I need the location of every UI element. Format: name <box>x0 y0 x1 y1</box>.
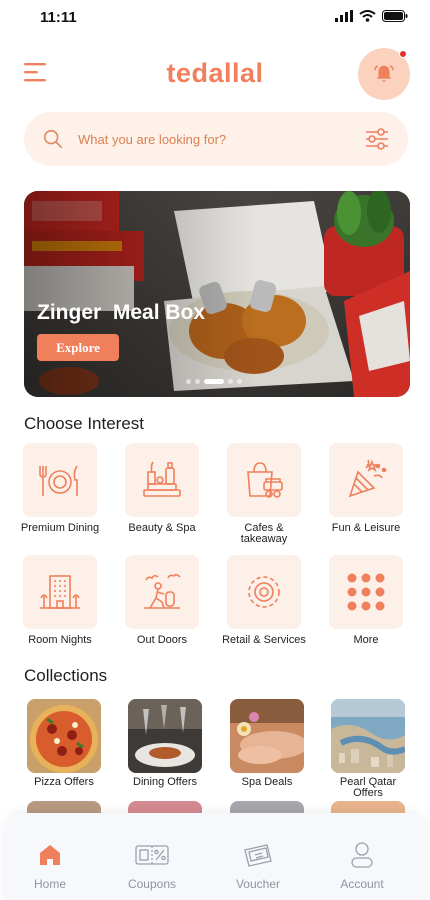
interest-tile <box>125 443 199 517</box>
carousel-dot-active[interactable] <box>204 379 224 384</box>
dining-icon <box>39 465 78 496</box>
search-icon[interactable] <box>42 128 64 150</box>
interest-more[interactable]: More <box>324 555 408 646</box>
interest-label: Cafes & takeaway <box>240 522 288 545</box>
nav-home[interactable]: Home <box>10 841 90 891</box>
wifi-icon <box>359 10 376 22</box>
interest-tile <box>227 443 301 517</box>
nav-account[interactable]: Account <box>322 841 402 891</box>
search-bar <box>24 112 408 166</box>
interest-label: Beauty & Spa <box>128 522 196 534</box>
interest-tile <box>227 555 301 629</box>
notifications-button[interactable] <box>358 48 410 100</box>
carousel-dot[interactable] <box>186 379 191 384</box>
interest-label: Out Doors <box>136 634 188 646</box>
party-icon <box>348 459 387 498</box>
battery-icon <box>382 10 408 22</box>
interest-fun-leisure[interactable]: Fun & Leisure <box>324 443 408 534</box>
interest-retail-services[interactable]: Retail & Services <box>222 555 306 646</box>
collection-label: Pearl Qatar Offers <box>339 776 397 799</box>
carousel-dot[interactable] <box>195 379 200 384</box>
status-icons <box>335 10 408 22</box>
explore-button[interactable]: Explore <box>37 334 119 361</box>
collection-image <box>331 699 405 773</box>
banner-image <box>24 191 410 397</box>
interest-tile <box>125 555 199 629</box>
interest-tile <box>23 555 97 629</box>
nav-label: Account <box>340 877 384 891</box>
collection-image <box>128 699 202 773</box>
carousel-dot[interactable] <box>237 379 242 384</box>
interest-label: Room Nights <box>28 634 92 646</box>
retail-icon <box>248 576 280 608</box>
interest-label: More <box>353 634 379 646</box>
more-grid-icon <box>347 573 385 611</box>
bell-icon <box>374 65 394 82</box>
coupon-icon <box>135 845 169 865</box>
interest-premium-dining[interactable]: Premium Dining <box>18 443 102 534</box>
status-bar: 11:11 <box>0 0 430 34</box>
interest-label: Fun & Leisure <box>331 522 401 534</box>
interests-section-title: Choose Interest <box>24 414 145 433</box>
collection-label: Dining Offers <box>133 776 197 788</box>
carousel-indicator <box>186 379 242 384</box>
promo-banner[interactable]: Zinger Meal Box Explore <box>24 191 410 397</box>
banner-title: Zinger Meal Box <box>37 301 206 324</box>
cafe-icon <box>247 462 283 498</box>
search-input[interactable] <box>78 131 364 147</box>
hotel-icon <box>40 575 80 609</box>
bottom-navigation: Home Coupons Voucher Account <box>4 813 428 900</box>
filter-icon[interactable] <box>364 126 390 152</box>
home-icon <box>40 845 60 865</box>
collection-image <box>230 699 304 773</box>
notification-badge <box>399 50 407 58</box>
nav-coupons[interactable]: Coupons <box>112 841 192 891</box>
interest-tile <box>329 555 403 629</box>
interest-room-nights[interactable]: Room Nights <box>18 555 102 646</box>
collection-pearl-qatar-offers[interactable]: Pearl Qatar Offers <box>328 699 408 799</box>
interest-cafes-takeaway[interactable]: Cafes & takeaway <box>222 443 306 545</box>
collection-label: Pizza Offers <box>34 776 94 788</box>
collection-pizza-offers[interactable]: Pizza Offers <box>24 699 104 788</box>
nav-voucher[interactable]: Voucher <box>218 841 298 891</box>
collections-section-title: Collections <box>24 666 108 685</box>
account-icon <box>351 842 373 868</box>
interest-label: Retail & Services <box>222 634 306 646</box>
outdoor-icon <box>144 573 181 609</box>
interest-out-doors[interactable]: Out Doors <box>120 555 204 646</box>
spa-icon <box>143 461 181 497</box>
collection-dining-offers[interactable]: Dining Offers <box>125 699 205 788</box>
interest-beauty-spa[interactable]: Beauty & Spa <box>120 443 204 534</box>
collection-label: Spa Deals <box>241 776 293 788</box>
nav-label: Coupons <box>127 877 177 891</box>
carousel-dot[interactable] <box>228 379 233 384</box>
interest-label: Premium Dining <box>20 522 100 534</box>
voucher-icon <box>244 844 272 867</box>
status-time: 11:11 <box>40 9 77 26</box>
signal-icon <box>335 10 353 22</box>
app-header: tedallal <box>0 44 430 104</box>
nav-label: Home <box>33 877 66 891</box>
collection-image <box>27 699 101 773</box>
interest-tile <box>23 443 97 517</box>
nav-label: Voucher <box>235 877 281 891</box>
collection-spa-deals[interactable]: Spa Deals <box>227 699 307 788</box>
interest-tile <box>329 443 403 517</box>
